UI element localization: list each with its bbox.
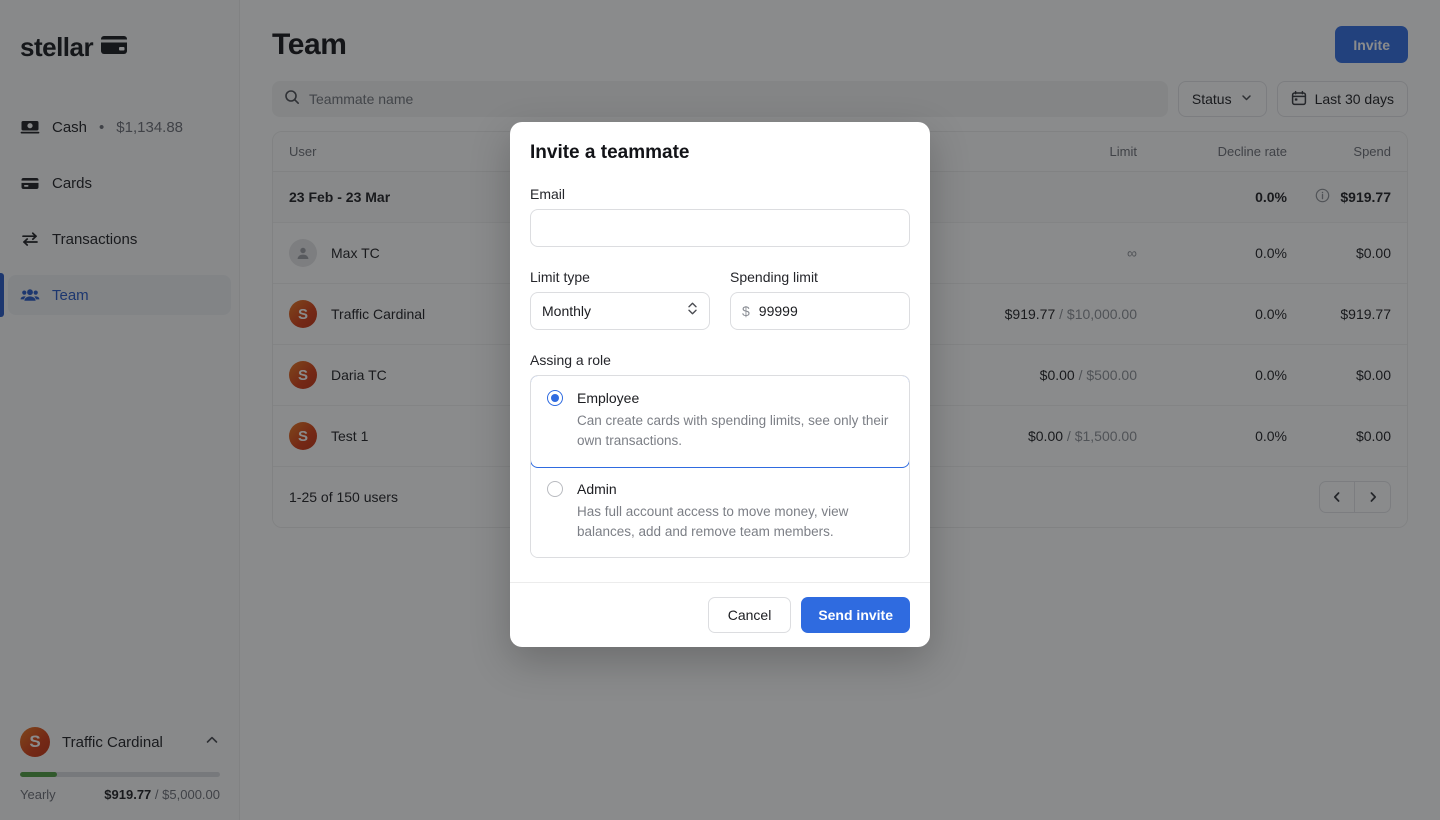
limit-type-select[interactable]: Monthly (530, 292, 710, 330)
role-option-employee[interactable]: Employee Can create cards with spending … (531, 376, 909, 468)
role-section-label: Assing a role (530, 352, 611, 368)
spending-limit-input[interactable] (758, 303, 898, 319)
cancel-button[interactable]: Cancel (707, 597, 792, 633)
invite-teammate-modal: Invite a teammate Email Limit type Month… (510, 122, 930, 647)
role-description: Can create cards with spending limits, s… (577, 413, 889, 449)
limit-type-label: Limit type (530, 269, 590, 285)
email-label: Email (530, 186, 566, 202)
send-invite-button[interactable]: Send invite (801, 597, 910, 633)
spending-limit-label: Spending limit (730, 269, 818, 285)
email-field[interactable] (530, 209, 910, 247)
modal-title: Invite a teammate (530, 142, 690, 163)
currency-symbol: $ (742, 303, 750, 319)
modal-footer: Cancel Send invite (510, 582, 930, 647)
role-name: Admin (577, 480, 617, 497)
app-root: stellar Cash • $1,134.88 Cards (0, 0, 1440, 820)
spending-limit-field[interactable]: $ (730, 292, 910, 330)
radio-admin[interactable] (547, 480, 563, 497)
role-option-admin[interactable]: Admin Has full account access to move mo… (531, 466, 909, 557)
role-description: Has full account access to move money, v… (577, 503, 849, 539)
role-radio-group: Employee Can create cards with spending … (530, 375, 910, 558)
radio-employee[interactable] (547, 390, 563, 406)
role-name: Employee (577, 390, 640, 406)
limit-type-value: Monthly (542, 303, 592, 319)
chevron-updown-icon (686, 300, 699, 322)
